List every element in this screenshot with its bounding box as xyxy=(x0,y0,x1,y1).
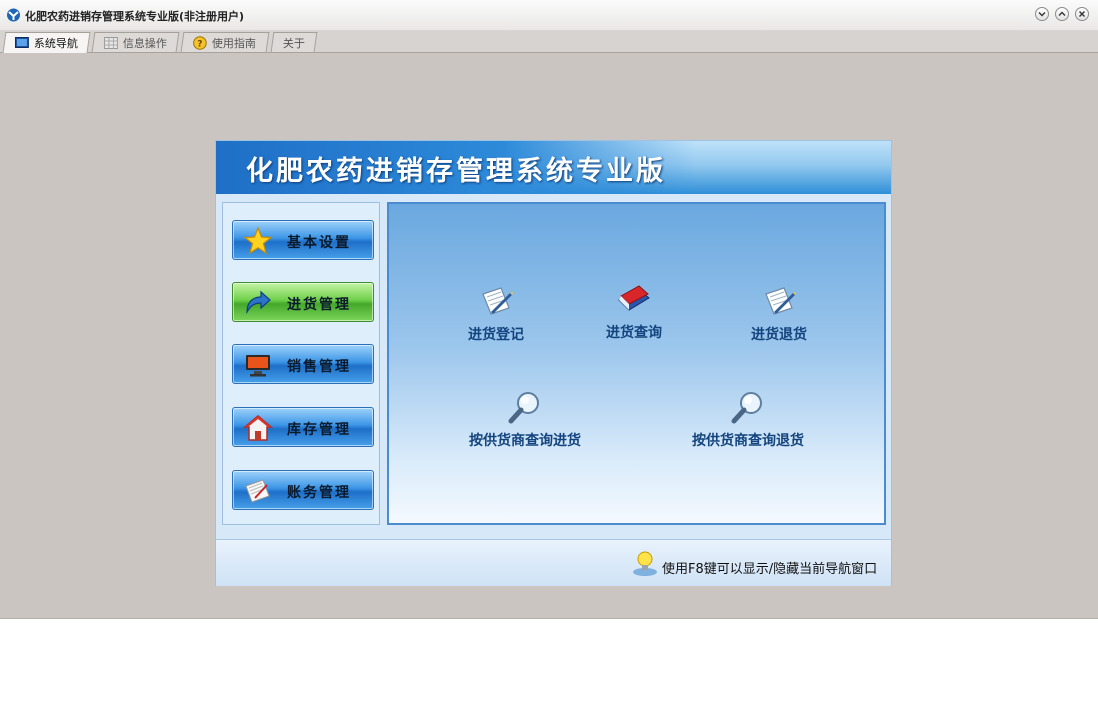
nav-label: 库存管理 xyxy=(287,422,351,438)
papers-icon xyxy=(245,479,270,503)
nav-inventory-management-button[interactable]: 库存管理 xyxy=(232,407,374,447)
tab-label: 使用指南 xyxy=(211,36,256,50)
purchase-register-item[interactable]: 进货登记 xyxy=(451,284,541,344)
lightbulb-icon xyxy=(633,551,657,576)
tab-user-guide[interactable]: ? 使用指南 xyxy=(180,32,270,52)
tab-bar: 系统导航 信息操作 ? 使用指南 关于 xyxy=(0,31,1098,53)
help-icon: ? xyxy=(193,35,207,50)
notebook-pen-icon xyxy=(765,287,796,315)
chevron-down-icon xyxy=(1038,12,1046,17)
close-button[interactable] xyxy=(1075,7,1089,21)
nav-label: 账务管理 xyxy=(287,485,351,501)
purchase-query-item[interactable]: 进货查询 xyxy=(589,282,679,342)
house-icon xyxy=(243,415,273,441)
function-label: 按供货商查询进货 xyxy=(469,433,581,449)
magnifier-icon xyxy=(508,392,539,424)
app-window: 化肥农药进销存管理系统专业版(非注册用户) 系统导航 信息操作 ? 使用指南 关… xyxy=(0,0,1098,619)
nav-sales-management-button[interactable]: 销售管理 xyxy=(232,344,374,384)
tab-info-operations[interactable]: 信息操作 xyxy=(91,32,180,52)
function-label: 按供货商查询退货 xyxy=(692,433,804,449)
grid-icon xyxy=(103,36,118,49)
tab-label: 信息操作 xyxy=(122,36,167,50)
query-return-by-supplier-item[interactable]: 按供货商查询退货 xyxy=(683,390,813,450)
function-label: 进货退货 xyxy=(751,327,807,343)
arrow-icon xyxy=(246,290,271,315)
function-label: 进货登记 xyxy=(468,327,524,343)
app-logo-icon xyxy=(7,8,20,22)
tab-label: 系统导航 xyxy=(33,37,78,50)
star-icon xyxy=(243,226,273,255)
svg-text:?: ? xyxy=(197,39,202,49)
banner-title: 化肥农药进销存管理系统专业版 xyxy=(246,156,666,187)
hint-text: 使用F8键可以显示/隐藏当前导航窗口 xyxy=(662,562,878,577)
book-icon xyxy=(618,285,650,311)
maximize-button[interactable] xyxy=(1055,7,1069,21)
purchase-return-item[interactable]: 进货退货 xyxy=(734,284,824,344)
chevron-up-icon xyxy=(1058,11,1066,16)
nav-label: 销售管理 xyxy=(287,359,351,375)
function-area: 进货登记 进货查询 进货退货 按供货商查询进货 按供货商查询退货 xyxy=(387,202,886,525)
nav-label: 基本设置 xyxy=(287,235,351,251)
nav-basic-settings-button[interactable]: 基本设置 xyxy=(232,220,374,260)
tab-label: 关于 xyxy=(282,36,305,50)
nav-purchase-management-button[interactable]: 进货管理 xyxy=(232,282,374,322)
tab-about[interactable]: 关于 xyxy=(270,32,318,52)
banner: 化肥农药进销存管理系统专业版 xyxy=(216,141,891,194)
navigation-panel: 化肥农药进销存管理系统专业版 基本设置 进货管理 销售管理 库存管理 账务管理 … xyxy=(215,140,892,586)
function-label: 进货查询 xyxy=(606,325,662,341)
close-icon xyxy=(1079,11,1085,17)
query-purchase-by-supplier-item[interactable]: 按供货商查询进货 xyxy=(460,390,590,450)
footer-bar: 使用F8键可以显示/隐藏当前导航窗口 xyxy=(216,539,891,586)
nav-label: 进货管理 xyxy=(287,297,351,313)
notebook-pen-icon xyxy=(482,287,513,315)
title-bar: 化肥农药进销存管理系统专业版(非注册用户) xyxy=(0,0,1098,31)
minimize-button[interactable] xyxy=(1035,7,1049,21)
monitor-icon xyxy=(246,355,270,377)
tab-system-navigation[interactable]: 系统导航 xyxy=(2,32,91,53)
magnifier-icon xyxy=(731,392,762,424)
sidebar: 基本设置 进货管理 销售管理 库存管理 账务管理 xyxy=(222,202,380,525)
window-title: 化肥农药进销存管理系统专业版(非注册用户) xyxy=(25,10,245,23)
nav-accounting-management-button[interactable]: 账务管理 xyxy=(232,470,374,510)
monitor-icon xyxy=(14,37,29,48)
